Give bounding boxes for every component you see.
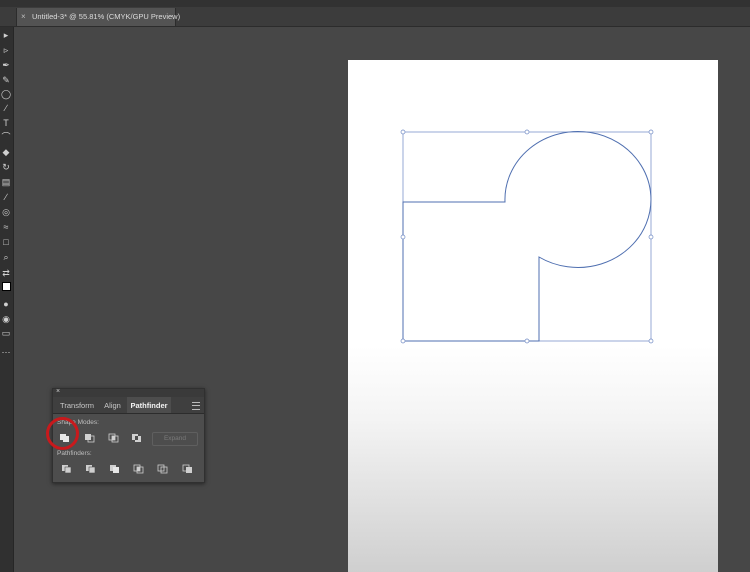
outline-icon[interactable]	[157, 464, 169, 474]
bounding-box	[402, 131, 652, 342]
panel-header[interactable]: ×	[53, 388, 204, 397]
minus-back-icon[interactable]	[182, 464, 194, 474]
selected-artwork[interactable]	[0, 0, 750, 572]
bounding-box-handles[interactable]	[400, 129, 654, 344]
compound-shape-path	[402, 131, 652, 342]
minus-front-icon[interactable]	[84, 433, 96, 443]
panel-menu-icon[interactable]	[192, 402, 200, 410]
intersect-icon[interactable]	[108, 433, 120, 443]
crop-icon[interactable]	[133, 464, 145, 474]
highlight-circle	[46, 417, 79, 450]
close-panel-icon[interactable]: ×	[56, 388, 60, 395]
tab-transform[interactable]: Transform	[56, 397, 98, 413]
trim-icon[interactable]	[85, 464, 97, 474]
tab-pathfinder[interactable]: Pathfinder	[127, 397, 171, 413]
pathfinders-label: Pathfinders:	[57, 450, 92, 457]
panel-tabs: Transform Align Pathfinder	[53, 397, 204, 414]
exclude-icon[interactable]	[131, 433, 143, 443]
divide-icon[interactable]	[61, 464, 73, 474]
tab-align[interactable]: Align	[100, 397, 125, 413]
expand-button[interactable]: Expand	[152, 432, 198, 446]
merge-icon[interactable]	[109, 464, 121, 474]
